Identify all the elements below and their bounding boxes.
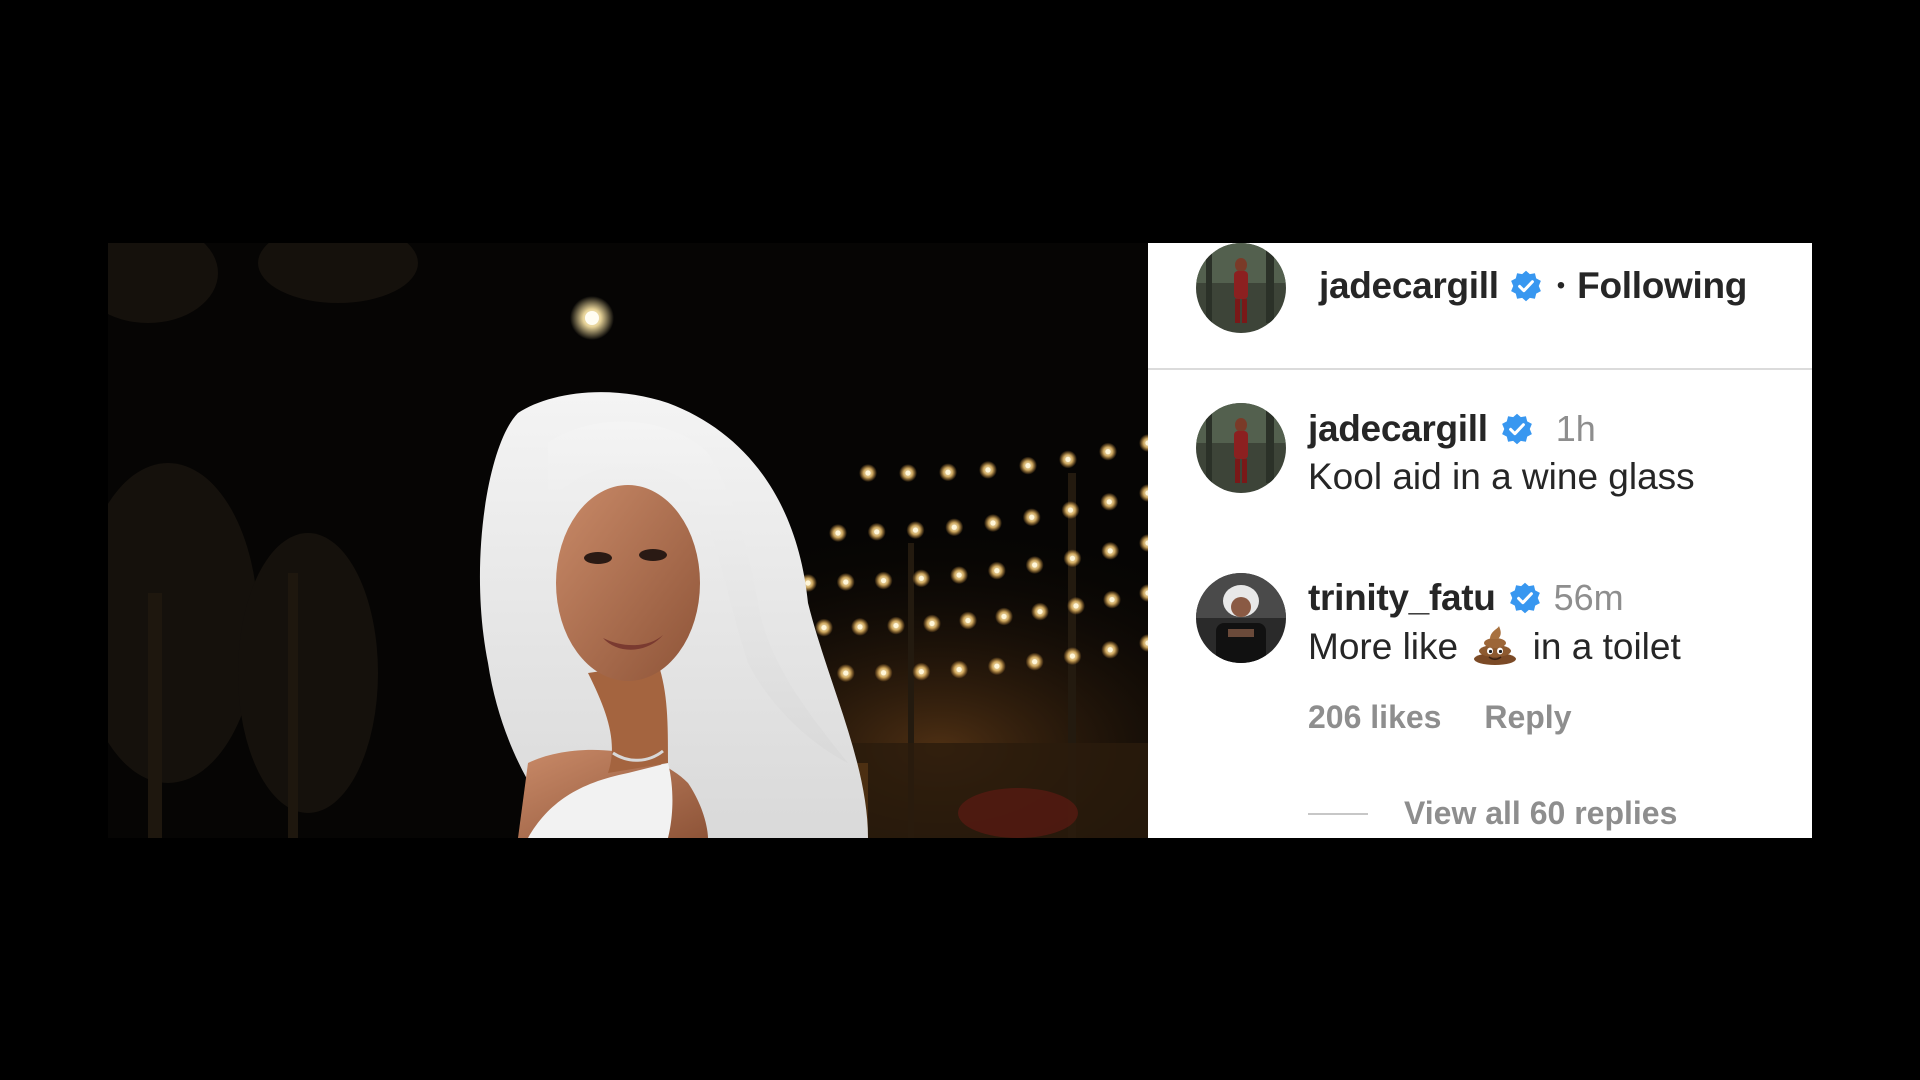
comment-username[interactable]: trinity_fatu xyxy=(1308,577,1496,619)
comments-panel: jadecargill • Following jadecargill 1h K… xyxy=(1148,243,1812,838)
author-username[interactable]: jadecargill xyxy=(1319,265,1499,307)
reply-button[interactable]: Reply xyxy=(1484,699,1571,735)
comment-actions: 206 likes Reply xyxy=(1308,699,1571,736)
view-replies-label[interactable]: View all 60 replies xyxy=(1404,795,1677,832)
post-photo xyxy=(108,243,1148,838)
verified-badge-icon xyxy=(1500,412,1534,446)
comment-header: jadecargill 1h xyxy=(1308,406,1596,452)
comment-username[interactable]: jadecargill xyxy=(1308,408,1488,450)
separator-dot: • xyxy=(1556,272,1566,299)
comment-text-after: in a toilet xyxy=(1532,626,1681,667)
post-header: jadecargill • Following xyxy=(1148,243,1812,370)
verified-badge-icon xyxy=(1508,581,1542,615)
comment-text: More like in a toilet xyxy=(1308,625,1681,668)
comment-avatar[interactable] xyxy=(1196,573,1286,663)
replies-divider-line xyxy=(1308,812,1368,815)
comment-text-before: More like xyxy=(1308,626,1459,667)
following-button[interactable]: Following xyxy=(1577,265,1747,307)
comment-avatar[interactable] xyxy=(1196,403,1286,493)
screenshot-stage: jadecargill • Following jadecargill 1h K… xyxy=(0,0,1920,1080)
author-avatar[interactable] xyxy=(1196,243,1286,333)
view-replies-button[interactable]: View all 60 replies xyxy=(1308,795,1677,832)
verified-badge-icon xyxy=(1509,269,1543,303)
comment-timestamp: 1h xyxy=(1555,408,1596,449)
comment-timestamp: 56m xyxy=(1553,577,1624,618)
comment-header: trinity_fatu 56m xyxy=(1308,575,1624,621)
author-row: jadecargill • Following xyxy=(1319,263,1747,309)
likes-count[interactable]: 206 likes xyxy=(1308,699,1441,735)
pile-of-poo-icon xyxy=(1472,625,1518,665)
comment-text: Kool aid in a wine glass xyxy=(1308,456,1695,497)
